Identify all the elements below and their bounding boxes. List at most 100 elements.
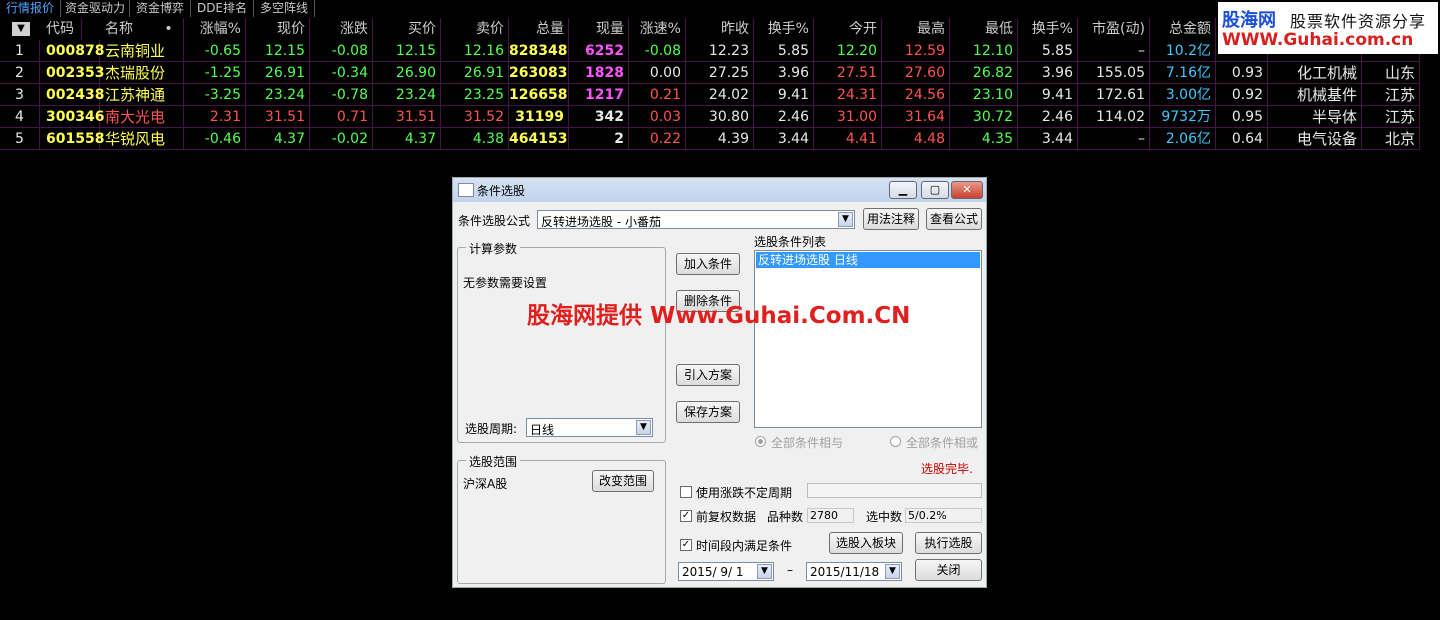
date-from-picker[interactable]: 2015/ 9/ 1 ▼ <box>678 562 774 581</box>
col-speed[interactable]: 涨速% <box>629 18 686 40</box>
cell-name: 华锐风电 <box>100 128 184 150</box>
cell-region: 山东 <box>1362 62 1420 84</box>
dialog-titlebar[interactable]: 条件选股 ▁ ▢ ✕ <box>453 178 986 202</box>
selected-label: 选中数 <box>866 510 903 524</box>
count-label: 品种数 <box>767 510 804 524</box>
watermark-overlay-text: 股海网提供 Www.Guhai.Com.CN <box>527 303 911 329</box>
cell-pe: 155.05 <box>1078 62 1150 84</box>
tab-fund-game[interactable]: 资金博弈 <box>130 0 191 17</box>
col-volume[interactable]: 总量 <box>509 18 569 40</box>
cell-chg-pct: 2.31 <box>184 106 246 128</box>
cell-chg-pct: -0.46 <box>184 128 246 150</box>
list-item[interactable]: 反转进场选股 日线 <box>756 252 980 268</box>
tab-long-short[interactable]: 多空阵线 <box>254 0 315 17</box>
col-turnover-2[interactable]: 换手% <box>1018 18 1078 40</box>
no-params-text: 无参数需要设置 <box>463 276 548 290</box>
params-group-title: 计算参数 <box>466 240 521 257</box>
cell-chg: 0.71 <box>310 106 373 128</box>
col-low[interactable]: 最低 <box>950 18 1018 40</box>
chevron-down-icon[interactable]: ▼ <box>636 420 651 435</box>
cell-low: 23.10 <box>950 84 1018 106</box>
table-row[interactable]: 2 002353 杰瑞股份 -1.25 26.91 -0.34 26.90 26.91 2630… <box>0 62 1420 84</box>
chevron-down-icon[interactable]: ▼ <box>838 212 853 227</box>
period-checkbox[interactable]: ✓ <box>680 539 692 551</box>
cell-price: 23.24 <box>246 84 310 106</box>
cell-region: 北京 <box>1362 128 1420 150</box>
cell-code: 000878 <box>40 40 104 62</box>
cell-price: 31.51 <box>246 106 310 128</box>
cell-speed: -0.08 <box>629 40 686 62</box>
col-open[interactable]: 今开 <box>814 18 882 40</box>
col-ask[interactable]: 卖价 <box>441 18 509 40</box>
range-group-title: 选股范围 <box>466 453 521 470</box>
table-row[interactable]: 3 002438 江苏神通 -3.25 23.24 -0.78 23.24 23.25 1266… <box>0 84 1420 106</box>
col-chg-pct[interactable]: 涨幅% <box>184 18 246 40</box>
col-name[interactable]: 名称 <box>100 18 158 40</box>
cell-ratio: 0.64 <box>1216 128 1268 150</box>
cell-bid: 12.15 <box>373 40 441 62</box>
cell-turn: 3.96 <box>754 62 814 84</box>
cell-turn: 5.85 <box>754 40 814 62</box>
cell-open: 4.41 <box>814 128 882 150</box>
col-pe[interactable]: 市盈(动) <box>1078 18 1150 40</box>
add-to-block-button[interactable]: 选股入板块 <box>829 532 903 554</box>
formula-select[interactable]: 反转进场选股 - 小番茄 ▼ <box>537 210 855 229</box>
close-button[interactable]: 关闭 <box>915 559 982 581</box>
col-prev-close[interactable]: 昨收 <box>686 18 754 40</box>
cell-vol: 828348 <box>509 40 569 62</box>
table-row[interactable]: 5 601558 华锐风电 -0.46 4.37 -0.02 4.37 4.38 464153 2… <box>0 128 1420 150</box>
maximize-icon[interactable]: ▢ <box>921 181 949 199</box>
cell-code: 601558 <box>40 128 104 150</box>
cell-turn2: 3.44 <box>1018 128 1078 150</box>
radio-or[interactable] <box>890 436 901 447</box>
watermark-logo: 股海网 股票软件资源分享 WWW.Guhai.com.cn <box>1218 2 1438 54</box>
cell-price: 26.91 <box>246 62 310 84</box>
unfixed-period-checkbox[interactable] <box>680 486 692 498</box>
minimize-icon[interactable]: ▁ <box>889 181 917 199</box>
col-high[interactable]: 最高 <box>882 18 950 40</box>
col-bid[interactable]: 买价 <box>373 18 441 40</box>
col-amount[interactable]: 总金额 <box>1150 18 1216 40</box>
cell-code: 002438 <box>40 84 104 106</box>
col-code[interactable]: 代码 <box>40 18 82 40</box>
cell-cur-vol: 1217 <box>569 84 629 106</box>
cell-region: 江苏 <box>1362 106 1420 128</box>
chevron-down-icon[interactable]: ▼ <box>757 564 772 579</box>
view-formula-button[interactable]: 查看公式 <box>926 208 982 230</box>
cell-prev: 30.80 <box>686 106 754 128</box>
usage-note-button[interactable]: 用法注释 <box>863 208 919 230</box>
save-scheme-button[interactable]: 保存方案 <box>676 401 740 423</box>
tab-quotes[interactable]: 行情报价 <box>0 0 61 17</box>
col-turnover[interactable]: 换手% <box>754 18 814 40</box>
cell-amount: 9732万 <box>1150 106 1216 128</box>
add-condition-button[interactable]: 加入条件 <box>676 253 740 275</box>
cell-bid: 31.51 <box>373 106 441 128</box>
chevron-down-icon[interactable]: ▼ <box>885 564 900 579</box>
change-range-button[interactable]: 改变范围 <box>592 470 654 492</box>
cell-idx: 1 <box>0 40 40 62</box>
cell-turn: 9.41 <box>754 84 814 106</box>
cell-low: 30.72 <box>950 106 1018 128</box>
cell-prev: 12.23 <box>686 40 754 62</box>
radio-and[interactable] <box>755 436 766 447</box>
date-to-picker[interactable]: 2015/11/18 ▼ <box>806 562 902 581</box>
condition-list[interactable]: 反转进场选股 日线 <box>754 250 982 428</box>
sort-dropdown-icon[interactable]: ▼ <box>12 22 30 36</box>
col-cur-volume[interactable]: 现量 <box>569 18 629 40</box>
tab-fund-drive[interactable]: 资金驱动力 <box>61 0 130 17</box>
table-row[interactable]: 1 000878 云南铜业 -0.65 12.15 -0.08 12.15 12.16 8283… <box>0 40 1420 62</box>
cell-amount: 2.06亿 <box>1150 128 1216 150</box>
period-select[interactable]: 日线 ▼ <box>526 418 653 437</box>
import-scheme-button[interactable]: 引入方案 <box>676 364 740 386</box>
fq-checkbox[interactable]: ✓ <box>680 510 692 522</box>
col-price[interactable]: 现价 <box>246 18 310 40</box>
cell-low: 26.82 <box>950 62 1018 84</box>
col-chg[interactable]: 涨跌 <box>310 18 373 40</box>
run-selection-button[interactable]: 执行选股 <box>915 532 982 554</box>
cell-industry: 电气设备 <box>1268 128 1362 150</box>
cell-industry: 化工机械 <box>1268 62 1362 84</box>
close-icon[interactable]: ✕ <box>951 181 983 199</box>
table-row[interactable]: 4 300346 南大光电 2.31 31.51 0.71 31.51 31.52 31199 3… <box>0 106 1420 128</box>
cell-chg: -0.34 <box>310 62 373 84</box>
tab-dde-rank[interactable]: DDE排名 <box>191 0 254 17</box>
